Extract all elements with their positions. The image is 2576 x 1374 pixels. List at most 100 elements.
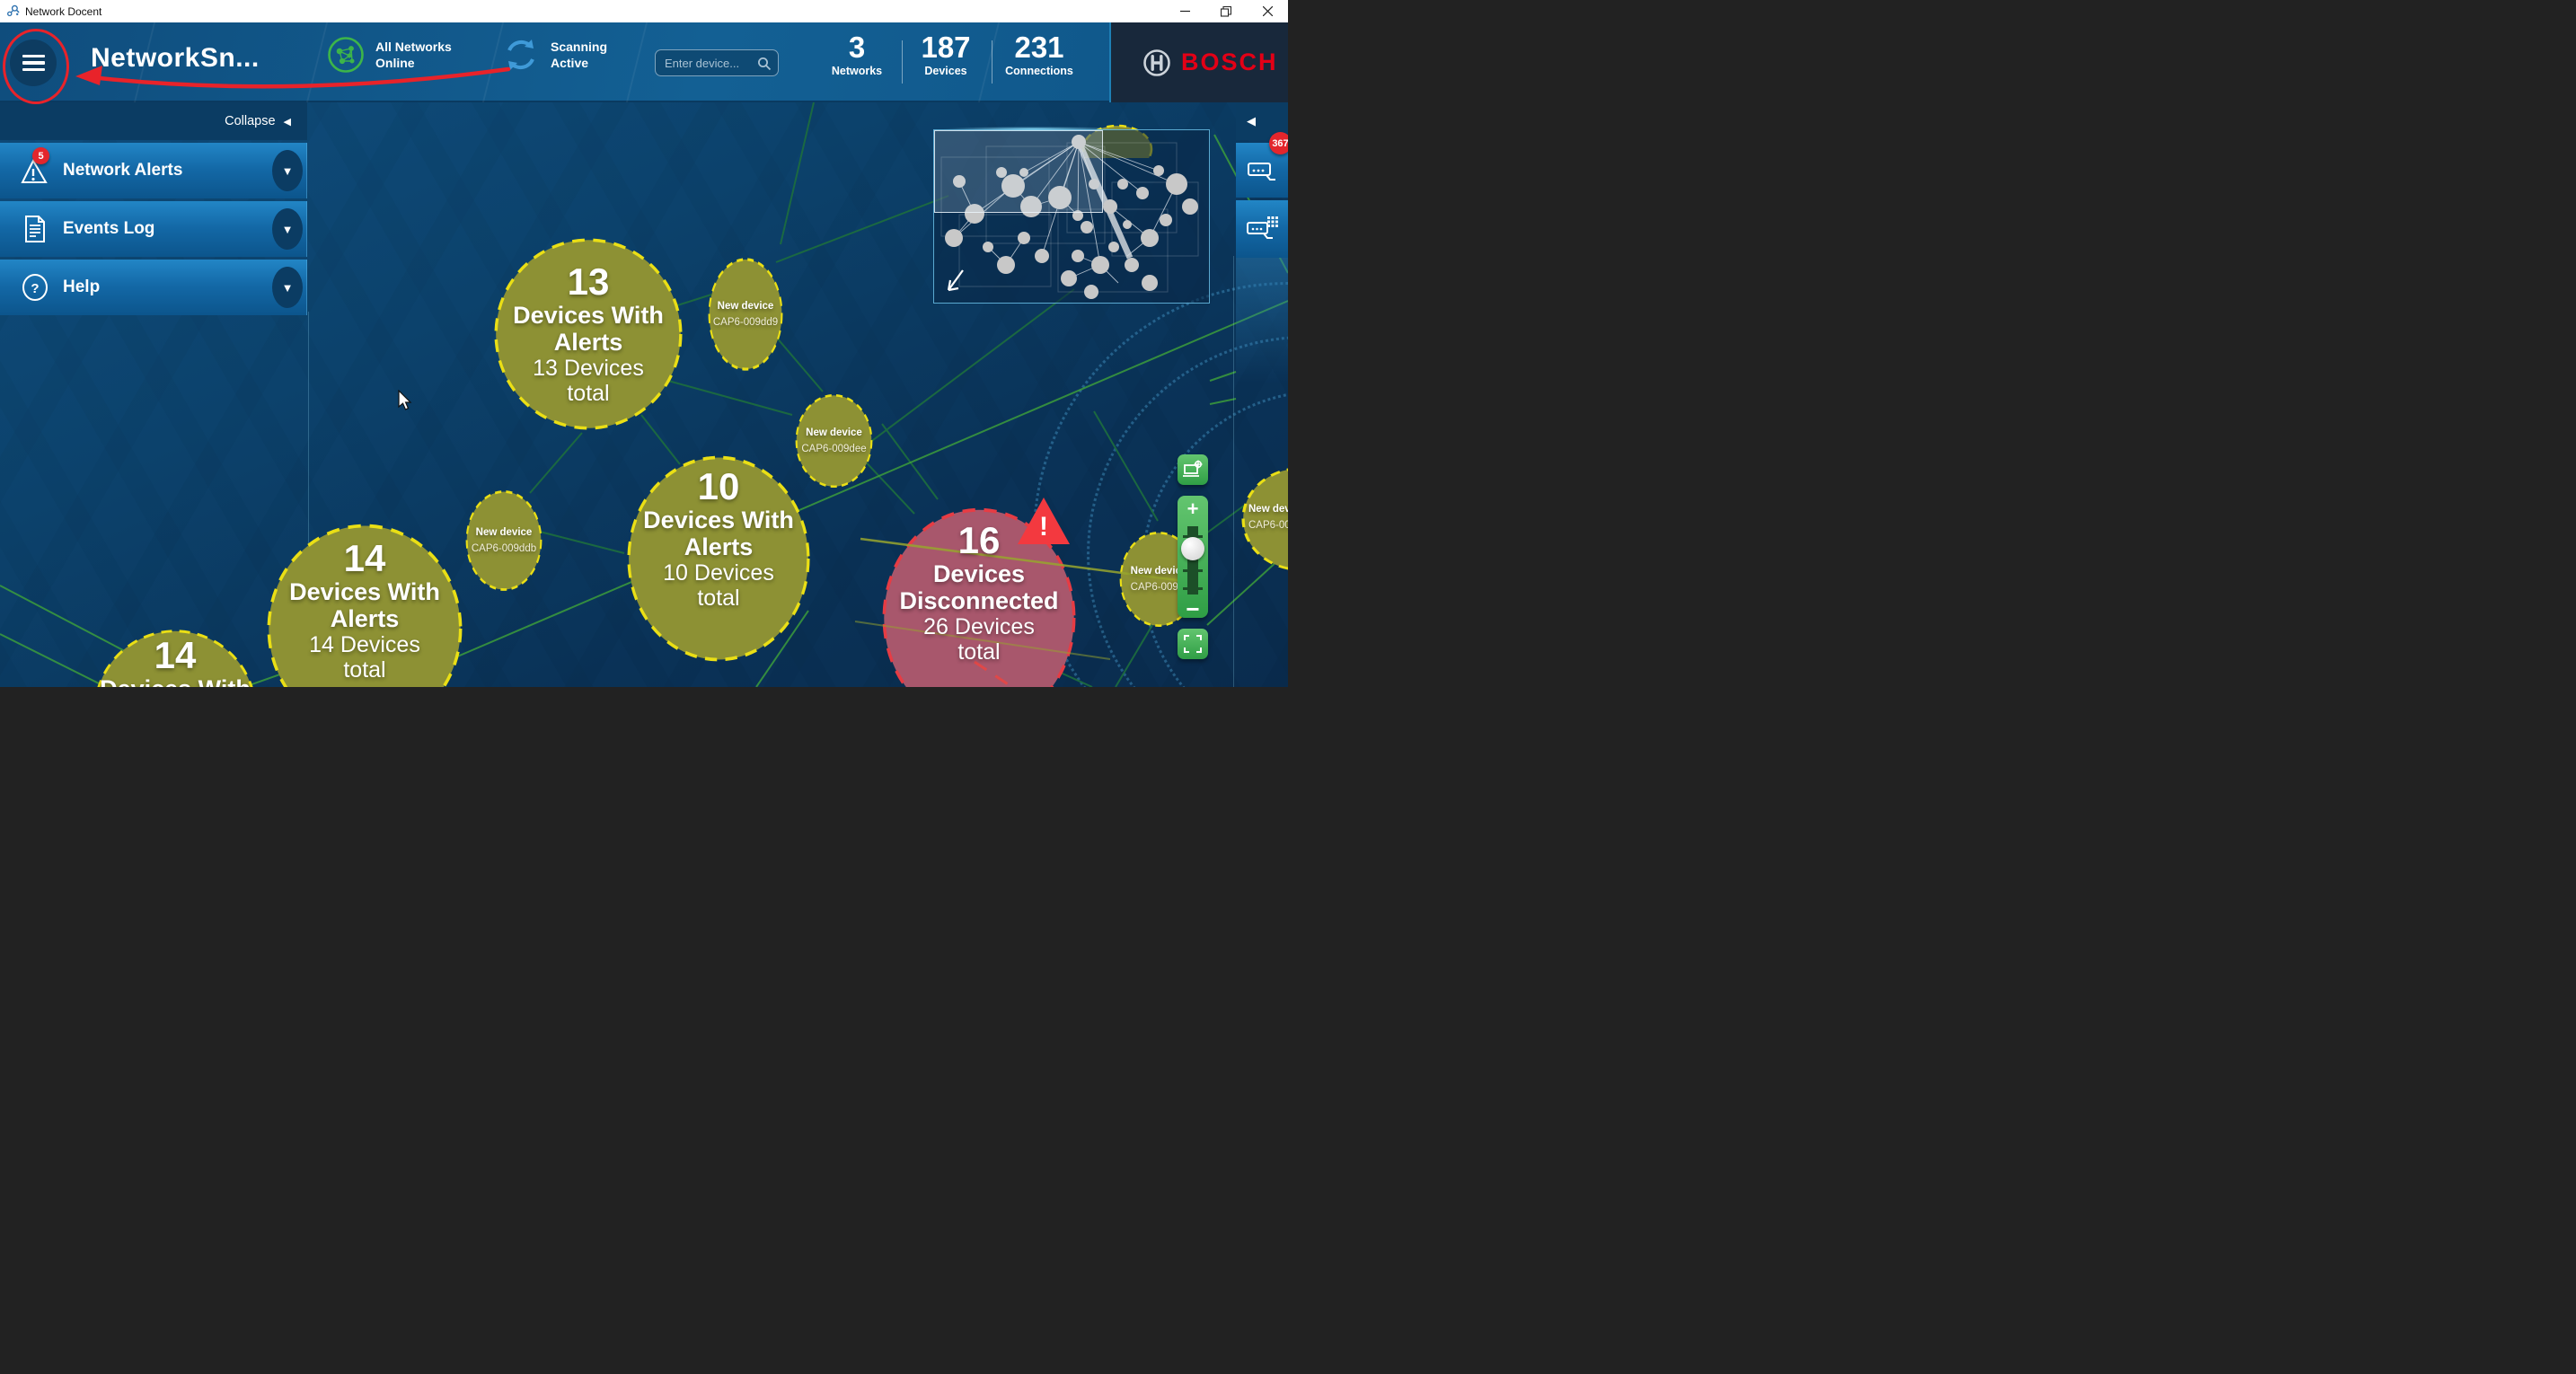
right-panel-device-grid[interactable] [1236, 200, 1288, 258]
question-icon: ? [20, 272, 50, 303]
cluster-count: 10 [643, 467, 794, 506]
cluster-label: Devices With [100, 675, 251, 687]
expand-left-icon: ◀ [1247, 114, 1256, 128]
new-device-code: CAP6-009d [1248, 519, 1288, 532]
status-line: Scanning [551, 39, 607, 55]
bosch-logo-block: BOSCH [1109, 22, 1288, 102]
zoom-in-icon[interactable]: + [1178, 498, 1208, 521]
device-count-badge: 367 [1269, 132, 1288, 154]
cluster-total: total [289, 657, 440, 683]
stat-connections: 231 Connections [999, 32, 1080, 77]
stat-value: 3 [816, 32, 897, 63]
bosch-anchor-icon [1142, 48, 1172, 78]
networks-online-icon [327, 36, 365, 74]
right-panel-devices[interactable]: 367 [1236, 143, 1288, 198]
cluster-total: total [513, 381, 664, 406]
cluster-label: Alerts [513, 329, 664, 356]
sidebar-collapse-button[interactable]: Collapse ◀ [0, 102, 307, 140]
device-list-icon [1247, 157, 1277, 184]
new-device-code: CAP6-009dd9 [713, 316, 778, 329]
stat-label: Devices [905, 65, 986, 77]
stat-separator [902, 40, 903, 84]
stat-label: Networks [816, 65, 897, 77]
sidebar-item-events-log[interactable]: Events Log ▼ [0, 201, 307, 257]
new-device-label: New device [472, 526, 536, 539]
collapse-label: Collapse [225, 114, 275, 128]
window-titlebar[interactable]: Network Docent [0, 0, 1288, 22]
chevron-down-icon[interactable]: ▼ [272, 150, 303, 191]
new-device-label: New device [801, 427, 866, 439]
device-cluster[interactable]: 14 Devices With [93, 629, 258, 687]
fullscreen-button[interactable] [1178, 629, 1208, 659]
cluster-label: Disconnected [899, 587, 1058, 614]
cluster-label: Devices With [513, 302, 664, 329]
document-icon [20, 214, 50, 244]
center-view-icon [1182, 460, 1204, 480]
sidebar: Collapse ◀ 5 Network Alerts ▼ [0, 102, 307, 315]
cluster-total: total [643, 586, 794, 611]
minimap-glow [943, 127, 1123, 131]
new-device-label: New device [713, 300, 778, 313]
right-panel-fade [1236, 258, 1288, 383]
network-name-title: NetworkSn... [91, 43, 260, 74]
close-button[interactable] [1247, 0, 1288, 22]
device-grid-icon [1246, 215, 1278, 243]
sidebar-item-help[interactable]: ? Help ▼ [0, 260, 307, 315]
scanning-spinner-icon [502, 36, 540, 74]
cluster-total: 10 Devices [643, 560, 794, 586]
cluster-total: 26 Devices [899, 614, 1058, 639]
center-view-button[interactable] [1178, 454, 1208, 485]
search-icon[interactable] [757, 57, 772, 71]
warning-triangle-icon: ! [1016, 496, 1072, 546]
cluster-total: 14 Devices [289, 632, 440, 657]
stat-networks: 3 Networks [816, 32, 897, 77]
device-cluster[interactable]: 14 Devices With Alerts 14 Devices total [266, 523, 463, 687]
sidebar-item-label: Help [63, 277, 100, 297]
new-device-code: CAP6-009dee [801, 443, 866, 455]
stat-devices: 187 Devices [905, 32, 986, 77]
minimize-button[interactable] [1164, 0, 1205, 22]
zoom-slider-knob[interactable] [1181, 537, 1204, 560]
alert-count-badge: 5 [32, 147, 49, 164]
stat-value: 187 [905, 32, 986, 63]
annotation-circle [3, 29, 69, 104]
collapse-left-icon: ◀ [284, 116, 291, 128]
sidebar-item-network-alerts[interactable]: 5 Network Alerts ▼ [0, 143, 307, 198]
device-cluster[interactable]: 13 Devices With Alerts 13 Devices total [493, 237, 684, 431]
new-device-code: CAP6-009ddb [472, 542, 536, 555]
alert-triangle-icon: 5 [20, 155, 50, 186]
svg-text:!: ! [1039, 512, 1048, 542]
sidebar-item-label: Network Alerts [63, 161, 182, 181]
stat-value: 231 [999, 32, 1080, 63]
cluster-total: 13 Devices [513, 356, 664, 381]
cluster-count: 13 [513, 262, 664, 302]
status-line: All Networks [375, 39, 452, 55]
chevron-down-icon[interactable]: ▼ [272, 208, 303, 250]
disconnected-cluster[interactable]: 16 Devices Disconnected 26 Devices total… [881, 506, 1077, 687]
fullscreen-icon [1183, 634, 1203, 654]
cluster-count: 14 [100, 636, 251, 675]
app-icon [6, 4, 20, 18]
cluster-count: 14 [289, 539, 440, 578]
right-panel-strip: ◀ 367 [1236, 102, 1288, 383]
status-line: Online [375, 55, 452, 71]
window-title: Network Docent [25, 5, 101, 18]
cluster-label: Devices With [289, 578, 440, 605]
network-docent-window: 14 Devices With 14 Devices With Alerts 1… [0, 0, 1288, 687]
cluster-label: Alerts [289, 605, 440, 632]
zoom-out-icon[interactable]: − [1178, 600, 1208, 618]
status-line: Active [551, 55, 607, 71]
mouse-cursor [397, 390, 415, 411]
minimap-viewport[interactable] [934, 130, 1103, 213]
scanning-status: Scanning Active [502, 36, 607, 74]
minimap[interactable] [933, 129, 1210, 304]
stat-label: Connections [999, 65, 1080, 77]
zoom-slider[interactable]: + − [1178, 496, 1208, 618]
chevron-down-icon[interactable]: ▼ [272, 267, 303, 308]
sidebar-item-label: Events Log [63, 219, 154, 239]
minimap-arrow-icon [941, 267, 966, 295]
restore-button[interactable] [1205, 0, 1247, 22]
new-device-label: New device [1248, 503, 1288, 515]
bosch-wordmark: BOSCH [1181, 48, 1278, 76]
svg-text:?: ? [31, 281, 39, 296]
